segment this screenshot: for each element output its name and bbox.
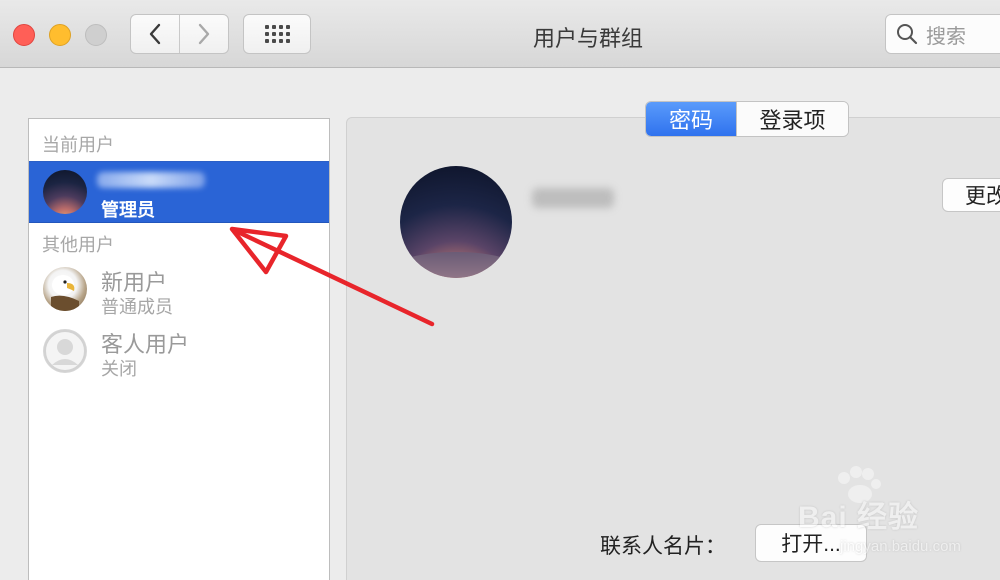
current-user-row[interactable]: 管理员 bbox=[29, 161, 329, 223]
current-user-avatar bbox=[43, 170, 87, 214]
user-row-new-user[interactable]: 新用户 普通成员 bbox=[29, 259, 329, 321]
user-row-guest[interactable]: 客人用户 关闭 bbox=[29, 321, 329, 383]
users-sidebar: 当前用户 管理员 其他用户 新用户 普通成员 客人用户 关闭 bbox=[28, 118, 330, 580]
current-user-name-redacted bbox=[97, 172, 205, 188]
tab-password[interactable]: 密码 bbox=[646, 102, 736, 136]
window-title: 用户与群组 bbox=[532, 26, 643, 51]
search-field[interactable]: 搜索 bbox=[885, 14, 1000, 54]
user-full-name-redacted bbox=[532, 188, 614, 208]
tab-login-items[interactable]: 登录项 bbox=[736, 102, 848, 136]
search-placeholder: 搜索 bbox=[926, 25, 966, 48]
user-profile-picture[interactable] bbox=[400, 166, 512, 278]
baidu-watermark-logo: Bai 经验 jingyan.baidu.com bbox=[770, 466, 961, 562]
guest-avatar bbox=[43, 329, 87, 373]
eagle-avatar bbox=[43, 267, 87, 311]
watermark-url: jingyan.baidu.com bbox=[840, 538, 961, 555]
change-password-button[interactable]: 更改 bbox=[942, 178, 1000, 212]
eagle-icon bbox=[51, 275, 79, 311]
current-user-role: 管理员 bbox=[101, 200, 155, 220]
current-users-heading: 当前用户 bbox=[42, 135, 114, 155]
user-role: 关闭 bbox=[101, 359, 137, 379]
contact-card-label: 联系人名片： bbox=[600, 535, 726, 558]
toolbar: 用户与群组 搜索 bbox=[0, 0, 1000, 68]
cloud-layer bbox=[400, 252, 512, 278]
person-silhouette-icon bbox=[44, 330, 86, 372]
segmented-tabs: 密码 登录项 bbox=[645, 101, 849, 137]
other-users-heading: 其他用户 bbox=[42, 235, 114, 255]
watermark-text: Bai 经验 bbox=[798, 501, 920, 534]
search-icon bbox=[897, 24, 918, 45]
user-role: 普通成员 bbox=[101, 297, 173, 317]
